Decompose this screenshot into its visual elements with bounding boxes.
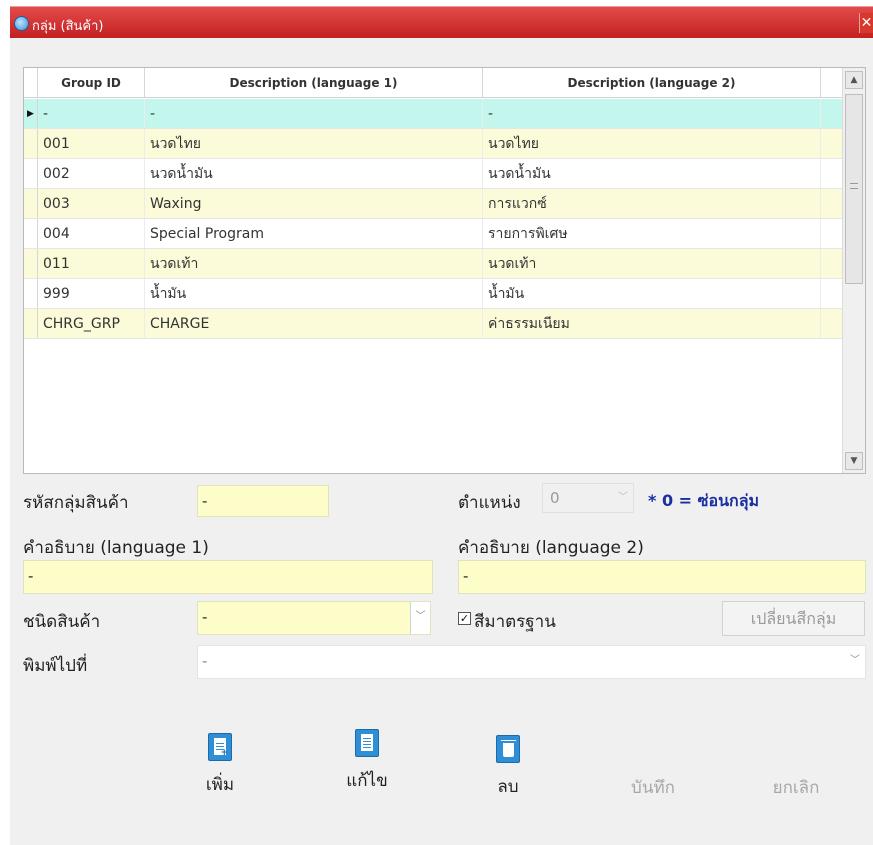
row-indicator [24, 249, 38, 278]
trash-icon [496, 735, 520, 763]
scrollbar-thumb[interactable] [845, 94, 863, 284]
add-document-icon: + [208, 733, 232, 761]
column-header-description-1[interactable]: Description (language 1) [145, 68, 483, 97]
desc2-input[interactable]: - [458, 560, 866, 594]
chevron-down-icon[interactable]: ﹀ [845, 646, 865, 678]
cell-group-id[interactable]: 002 [38, 159, 145, 188]
cell-group-id[interactable]: 004 [38, 219, 145, 248]
cell-description-2[interactable]: การแวกซ์ [483, 189, 821, 218]
table-row[interactable]: 999 น้ำมัน น้ำมัน [24, 279, 843, 309]
close-button[interactable]: ✕ [859, 13, 873, 33]
product-type-select[interactable]: - ﹀ [197, 601, 431, 635]
cell-group-id[interactable]: 011 [38, 249, 145, 278]
cell-description-2[interactable]: - [483, 99, 821, 128]
row-indicator [24, 159, 38, 188]
table-row[interactable]: 011 นวดเท้า นวดเท้า [24, 249, 843, 279]
table-row[interactable]: 001 นวดไทย นวดไทย [24, 129, 843, 159]
table-row[interactable]: 003 Waxing การแวกซ์ [24, 189, 843, 219]
cell-description-2[interactable]: นวดเท้า [483, 249, 821, 278]
column-header-description-2[interactable]: Description (language 2) [483, 68, 821, 97]
position-label: ตำแหน่ง [458, 493, 521, 513]
cell-description-1[interactable]: CHARGE [145, 309, 483, 338]
edit-document-icon [355, 729, 379, 757]
save-button[interactable]: บันทึก [618, 762, 688, 801]
add-button[interactable]: + เพิ่ม [185, 733, 255, 798]
grid-body: ▶ - - - 001 นวดไทย นวดไทย 002 นวดน้ำมัน … [24, 99, 843, 339]
desc1-label: คำอธิบาย (language 1) [23, 538, 209, 558]
column-header-group-id[interactable]: Group ID [38, 68, 145, 97]
cell-description-2[interactable]: นวดไทย [483, 129, 821, 158]
standard-color-checkbox[interactable]: ✓ [458, 612, 471, 625]
chevron-down-icon[interactable]: ﹀ [613, 484, 633, 512]
scroll-down-icon[interactable]: ▼ [845, 452, 863, 470]
cancel-button-label: ยกเลิก [772, 778, 820, 798]
cell-description-1[interactable]: Special Program [145, 219, 483, 248]
product-type-value: - [202, 608, 208, 626]
cell-description-1[interactable]: นวดไทย [145, 129, 483, 158]
table-row[interactable]: 004 Special Program รายการพิเศษ [24, 219, 843, 249]
desc1-input[interactable]: - [23, 560, 433, 594]
cell-description-1[interactable]: น้ำมัน [145, 279, 483, 308]
group-code-label: รหัสกลุ่มสินค้า [23, 493, 129, 513]
window-title-bar: กลุ่ม (สินค้า) ✕ [10, 6, 873, 38]
table-row[interactable]: 002 นวดน้ำมัน นวดน้ำมัน [24, 159, 843, 189]
table-row[interactable]: CHRG_GRP CHARGE ค่าธรรมเนียม [24, 309, 843, 339]
vertical-scrollbar[interactable]: ▲ ▼ [842, 68, 865, 473]
row-indicator [24, 219, 38, 248]
delete-button[interactable]: ลบ [473, 735, 543, 800]
cell-group-id[interactable]: CHRG_GRP [38, 309, 145, 338]
cell-description-2[interactable]: นวดน้ำมัน [483, 159, 821, 188]
delete-button-label: ลบ [497, 777, 519, 797]
app-icon [14, 16, 29, 31]
position-select[interactable]: 0 ﹀ [542, 483, 634, 513]
chevron-down-icon[interactable]: ﹀ [410, 602, 430, 634]
cell-description-2[interactable]: ค่าธรรมเนียม [483, 309, 821, 338]
row-indicator [24, 189, 38, 218]
product-type-label: ชนิดสินค้า [23, 612, 101, 632]
grid-header: Group ID Description (language 1) Descri… [24, 68, 843, 98]
window-title: กลุ่ม (สินค้า) [32, 19, 104, 34]
desc2-label: คำอธิบาย (language 2) [458, 538, 644, 558]
cancel-button[interactable]: ยกเลิก [761, 762, 831, 801]
group-grid[interactable]: Group ID Description (language 1) Descri… [23, 67, 866, 474]
cell-group-id[interactable]: - [38, 99, 145, 128]
cell-description-2[interactable]: น้ำมัน [483, 279, 821, 308]
cell-description-1[interactable]: นวดน้ำมัน [145, 159, 483, 188]
current-row-indicator-icon: ▶ [24, 99, 38, 128]
grip-icon [850, 183, 858, 189]
scroll-up-icon[interactable]: ▲ [845, 71, 863, 89]
row-indicator [24, 129, 38, 158]
cell-description-1[interactable]: Waxing [145, 189, 483, 218]
row-indicator [24, 309, 38, 338]
table-row[interactable]: ▶ - - - [24, 99, 843, 129]
standard-color-label: สีมาตรฐาน [474, 612, 556, 632]
add-button-label: เพิ่ม [205, 775, 235, 795]
cell-description-1[interactable]: - [145, 99, 483, 128]
cell-description-2[interactable]: รายการพิเศษ [483, 219, 821, 248]
print-to-select[interactable]: - ﹀ [197, 645, 866, 679]
edit-button[interactable]: แก้ไข [332, 729, 402, 794]
print-to-label: พิมพ์ไปที่ [23, 656, 88, 676]
position-value: 0 [550, 489, 560, 507]
group-code-input[interactable]: - [197, 485, 329, 517]
row-indicator [24, 279, 38, 308]
change-group-color-button[interactable]: เปลี่ยนสีกลุ่ม [722, 601, 865, 636]
cell-description-1[interactable]: นวดเท้า [145, 249, 483, 278]
print-to-value: - [202, 652, 208, 670]
cell-group-id[interactable]: 001 [38, 129, 145, 158]
row-indicator-header [24, 68, 38, 97]
save-button-label: บันทึก [631, 778, 675, 798]
position-note: * 0 = ซ่อนกลุ่ม [648, 491, 760, 510]
cell-group-id[interactable]: 999 [38, 279, 145, 308]
cell-group-id[interactable]: 003 [38, 189, 145, 218]
edit-button-label: แก้ไข [346, 771, 388, 791]
